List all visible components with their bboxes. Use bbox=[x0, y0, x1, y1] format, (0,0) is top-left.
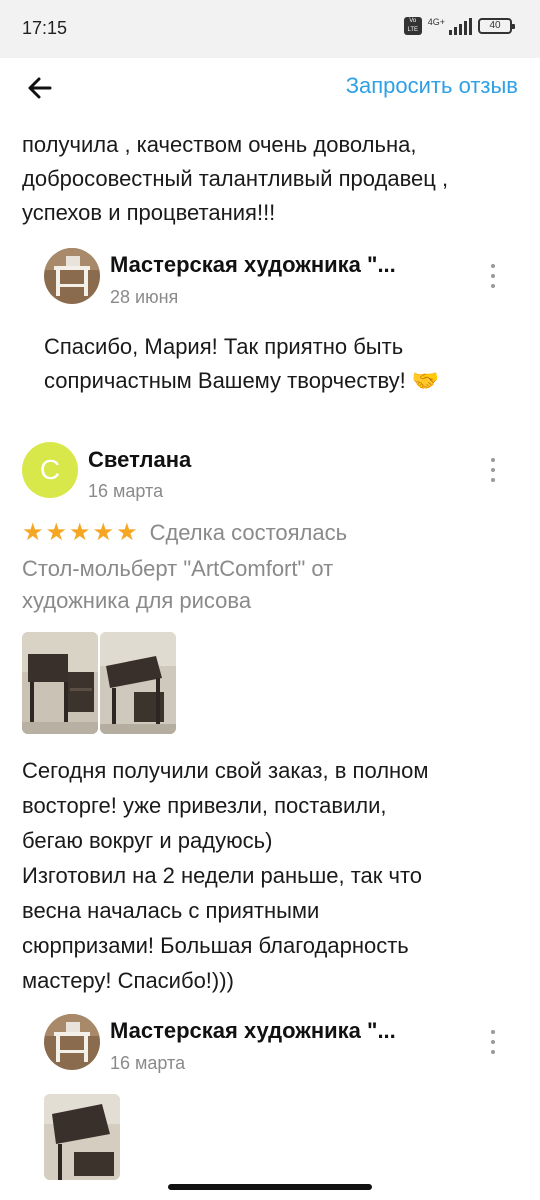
photo-image bbox=[100, 632, 176, 734]
reply-date: 28 июня bbox=[110, 287, 179, 307]
battery-level: 40 bbox=[489, 20, 501, 31]
arrow-left-icon[interactable] bbox=[22, 70, 58, 106]
review-text: Сегодня получили свой заказ, в полном во… bbox=[22, 753, 429, 998]
photo-image bbox=[44, 1094, 120, 1180]
seller-avatar[interactable] bbox=[44, 248, 100, 304]
text-line: Изготовил на 2 недели раньше, так что bbox=[22, 863, 423, 888]
text-line: получила , качеством очень довольна, bbox=[22, 132, 417, 157]
previous-review-text: получила , качеством очень довольна, доб… bbox=[22, 128, 448, 230]
review-photo[interactable] bbox=[22, 632, 98, 734]
more-options-icon[interactable] bbox=[490, 458, 496, 482]
battery-icon: 40 bbox=[478, 18, 515, 34]
review-date: 16 марта bbox=[88, 481, 164, 501]
text-line: сюрпризами! Большая благодарность bbox=[22, 933, 409, 958]
user-name[interactable]: Светлана bbox=[88, 447, 191, 473]
more-options-icon[interactable] bbox=[490, 264, 496, 288]
user-avatar[interactable]: С bbox=[22, 442, 78, 498]
seller-reply-text: Спасибо, Мария! Так приятно быть соприча… bbox=[44, 330, 439, 398]
reply-photo[interactable] bbox=[44, 1094, 120, 1180]
reply-date: 16 марта bbox=[110, 1053, 186, 1073]
product-name[interactable]: Стол-мольберт "ArtComfort" от художника … bbox=[22, 553, 333, 617]
seller-avatar-image bbox=[44, 1014, 100, 1070]
volte-icon: Vo LTE bbox=[403, 17, 422, 35]
text-line: восторге! уже привезли, поставили, bbox=[22, 793, 387, 818]
home-indicator[interactable] bbox=[168, 1184, 372, 1190]
review-photo[interactable] bbox=[100, 632, 176, 734]
text-line: Сегодня получили свой заказ, в полном bbox=[22, 758, 429, 783]
status-time: 17:15 bbox=[22, 18, 68, 38]
more-options-icon[interactable] bbox=[490, 1030, 496, 1054]
text-line: Стол-мольберт "ArtComfort" от bbox=[22, 556, 334, 581]
top-app-bar: Запросить отзыв bbox=[0, 58, 540, 118]
text-line: сопричастным Вашему творчеству! 🤝 bbox=[44, 368, 440, 393]
text-line: художника для рисова bbox=[22, 588, 252, 613]
seller-avatar[interactable] bbox=[44, 1014, 100, 1070]
rating-row: ★★★★★ Сделка состоялась bbox=[22, 518, 347, 547]
cellular-signal-icon: 4G+ bbox=[428, 17, 472, 35]
photo-image bbox=[22, 632, 98, 734]
text-line: Спасибо, Мария! Так приятно быть bbox=[44, 334, 404, 359]
seller-name[interactable]: Мастерская художника "... bbox=[110, 252, 396, 278]
seller-avatar-image bbox=[44, 248, 100, 304]
star-rating: ★★★★★ bbox=[22, 519, 140, 546]
status-bar: 17:15 Vo LTE 4G+ 40 bbox=[0, 0, 540, 58]
text-line: добросовестный талантливый продавец , bbox=[22, 166, 449, 191]
request-review-button[interactable]: Запросить отзыв bbox=[346, 73, 518, 99]
status-icons: Vo LTE 4G+ 40 bbox=[403, 17, 515, 35]
text-line: успехов и процветания!!! bbox=[22, 200, 276, 225]
deal-status: Сделка состоялась bbox=[149, 519, 348, 545]
text-line: бегаю вокруг и радуюсь) bbox=[22, 828, 273, 853]
text-line: весна началась с приятными bbox=[22, 898, 320, 923]
seller-name[interactable]: Мастерская художника "... bbox=[110, 1018, 396, 1044]
network-type: 4G+ bbox=[427, 17, 445, 27]
text-line: мастеру! Спасибо!))) bbox=[22, 968, 234, 993]
